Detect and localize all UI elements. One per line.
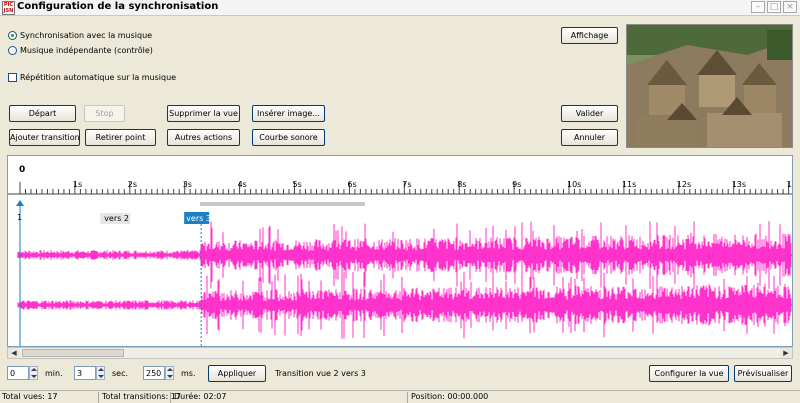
- ruler-tick-label: 7s: [402, 180, 411, 189]
- ruler-tick-label: 12s: [677, 180, 691, 189]
- minimize-icon: –: [755, 2, 761, 12]
- scroll-right-arrow-icon[interactable]: ▶: [780, 348, 792, 358]
- ms-input[interactable]: [143, 366, 165, 380]
- scroll-left-arrow-icon[interactable]: ◀: [8, 348, 20, 358]
- status-separator: [170, 392, 171, 403]
- maximize-button[interactable]: □: [767, 1, 781, 13]
- depart-button[interactable]: Départ: [9, 105, 76, 122]
- transition-markers[interactable]: 1 vers 2 vers 3: [16, 200, 211, 346]
- ruler-tick-label: 13s: [732, 180, 746, 189]
- audio-waveform: [17, 221, 792, 339]
- timeline-panel[interactable]: 1s 2s 3s 4s 5s 6s 7s 8s 9s 10s 11s 12s 13s 14 0 1 vers…: [7, 155, 793, 347]
- status-bar: Total vues: 17 Total transitions: 17 Dur…: [0, 390, 800, 403]
- inserer-image-button[interactable]: Insérer image...: [252, 105, 325, 122]
- app-icon: PIC JSN: [2, 1, 15, 15]
- start-marker-icon[interactable]: [16, 200, 24, 206]
- radio-music-independent-label: Musique indépendante (contrôle): [20, 46, 153, 55]
- minutes-input[interactable]: [7, 366, 29, 380]
- ruler-tick-label: 9s: [512, 180, 521, 189]
- selection-range-bar: [200, 202, 365, 206]
- timeline-scrollbar[interactable]: ◀ ▶: [7, 347, 793, 359]
- title-bar: PIC JSN Configuration de la synchronisat…: [0, 0, 800, 16]
- annuler-button[interactable]: Annuler: [561, 129, 618, 146]
- close-button[interactable]: ×: [783, 1, 797, 13]
- timeline-canvas[interactable]: 1s 2s 3s 4s 5s 6s 7s 8s 9s 10s 11s 12s 13s 14 0 1 vers…: [8, 156, 792, 346]
- scrollbar-thumb[interactable]: [22, 349, 124, 357]
- ruler-tick-label: 11s: [622, 180, 636, 189]
- window-title: Configuration de la synchronisation: [17, 1, 219, 12]
- radio-music-independent[interactable]: [8, 46, 17, 55]
- ruler-tick-label: 6s: [347, 180, 356, 189]
- auto-repeat-checkbox[interactable]: [8, 73, 17, 82]
- retirer-point-button[interactable]: Retirer point: [85, 129, 156, 146]
- courbe-sonore-button[interactable]: Courbe sonore: [252, 129, 325, 146]
- seconds-label: sec.: [112, 369, 129, 378]
- valider-button[interactable]: Valider: [561, 105, 618, 122]
- ruler-tick-label: 4s: [238, 180, 247, 189]
- affichage-button[interactable]: Affichage: [561, 27, 618, 44]
- seconds-spinner[interactable]: [96, 366, 105, 380]
- status-separator: [98, 392, 99, 403]
- supprimer-vue-button[interactable]: Supprimer la vue: [167, 105, 240, 122]
- ruler-tick-label: 2s: [128, 180, 137, 189]
- ruler-tick-label: 8s: [457, 180, 466, 189]
- close-icon: ×: [786, 2, 794, 12]
- radio-sync-music-label: Synchronisation avec la musique: [20, 31, 153, 40]
- status-separator: [407, 392, 408, 403]
- view-preview-image: [626, 24, 793, 148]
- ruler-tick-label: 1s: [73, 180, 82, 189]
- marker-label[interactable]: 1: [17, 213, 22, 222]
- marker-label[interactable]: vers 3: [186, 214, 211, 223]
- ruler-start-label: 0: [19, 165, 25, 175]
- status-total-vues: Total vues: 17: [2, 392, 58, 401]
- auto-repeat-label: Répétition automatique sur la musique: [20, 73, 177, 82]
- marker-label[interactable]: vers 2: [104, 214, 129, 223]
- ruler-tick-label: 5s: [293, 180, 302, 189]
- autres-actions-button[interactable]: Autres actions: [167, 129, 240, 146]
- ajouter-transition-button[interactable]: Ajouter transition: [9, 129, 80, 146]
- ruler-tick-label: 14: [787, 180, 792, 189]
- maximize-icon: □: [769, 2, 779, 12]
- village-photo: [627, 25, 792, 147]
- radio-sync-music[interactable]: [8, 31, 17, 40]
- sync-config-window: PIC JSN Configuration de la synchronisat…: [0, 0, 800, 403]
- ruler-tick-label: 10s: [567, 180, 581, 189]
- time-ruler: 1s 2s 3s 4s 5s 6s 7s 8s 9s 10s 11s 12s 13s 14: [19, 180, 792, 194]
- stop-button[interactable]: Stop: [84, 105, 125, 122]
- transition-label: Transition vue 2 vers 3: [275, 369, 366, 378]
- status-duree: Durée: 02:07: [174, 392, 227, 401]
- minimize-button[interactable]: –: [751, 1, 765, 13]
- ms-label: ms.: [181, 369, 196, 378]
- status-position: Position: 00:00.000: [411, 392, 489, 401]
- appliquer-button[interactable]: Appliquer: [208, 365, 266, 382]
- ruler-tick-label: 3s: [183, 180, 192, 189]
- seconds-input[interactable]: [74, 366, 96, 380]
- minutes-label: min.: [45, 369, 63, 378]
- ms-spinner[interactable]: [165, 366, 174, 380]
- minutes-spinner[interactable]: [29, 366, 38, 380]
- previsualiser-button[interactable]: Prévisualiser: [734, 365, 792, 382]
- configurer-vue-button[interactable]: Configurer la vue: [649, 365, 729, 382]
